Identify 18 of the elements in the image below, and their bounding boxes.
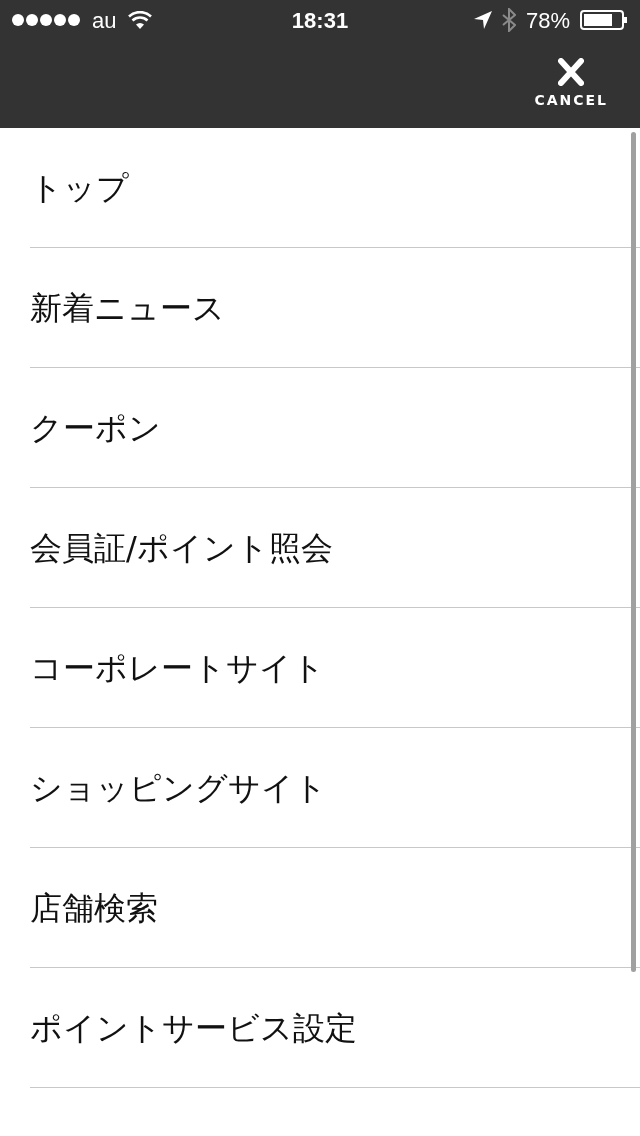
menu-item[interactable]: ポイントサービス設定 — [30, 968, 640, 1087]
menu-item[interactable]: 会員証/ポイント照会 — [30, 488, 640, 607]
carrier-name: au — [92, 6, 117, 35]
battery-percentage: 78% — [525, 6, 570, 35]
menu-item[interactable]: トップ — [30, 128, 640, 247]
wifi-icon — [128, 11, 153, 29]
clock-time: 18:31 — [291, 6, 349, 35]
signal-icon — [12, 13, 80, 27]
menu-item[interactable]: クーポン — [30, 368, 640, 487]
close-icon — [558, 57, 585, 86]
bluetooth-icon — [501, 8, 516, 32]
menu-item[interactable]: ショッピングサイト — [30, 728, 640, 847]
location-arrow-icon — [473, 11, 492, 29]
battery-icon — [580, 10, 628, 30]
menu-item[interactable]: コーポレートサイト — [30, 608, 640, 727]
menu-item[interactable]: 新着ニュース — [30, 248, 640, 367]
cancel-button[interactable]: CANCEL — [534, 57, 608, 111]
menu-item[interactable]: 店舗検索 — [30, 848, 640, 967]
